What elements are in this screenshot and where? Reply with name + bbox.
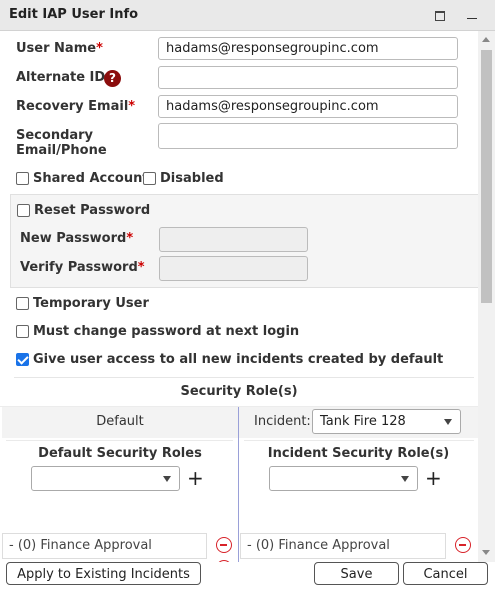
remove-icon[interactable] [216, 537, 232, 553]
incident-role-select[interactable] [269, 466, 418, 491]
minimize-icon [467, 18, 477, 19]
temporary-user-checkbox[interactable] [16, 297, 29, 310]
verify-password-label: Verify Password* [20, 260, 145, 275]
save-button[interactable]: Save [314, 562, 399, 585]
new-password-label: New Password* [20, 231, 134, 246]
incident-select-value: Tank Fire 128 [320, 414, 406, 429]
remove-icon[interactable] [455, 537, 471, 553]
must-change-password-checkbox[interactable] [16, 325, 29, 338]
minimize-button[interactable] [464, 6, 482, 24]
divider [244, 440, 474, 441]
incident-security-roles-title: Incident Security Role(s) [267, 446, 450, 461]
disabled-checkbox[interactable] [143, 172, 156, 185]
default-security-roles-title: Default Security Roles [38, 446, 202, 461]
incident-role-item: - (0) Finance Approval [240, 533, 446, 559]
verify-password-input[interactable] [159, 256, 308, 281]
new-password-input[interactable] [159, 227, 308, 252]
must-change-password-label: Must change password at next login [33, 324, 300, 339]
cancel-button[interactable]: Cancel [403, 562, 488, 585]
maximize-icon [435, 11, 445, 21]
apply-to-existing-incidents-button[interactable]: Apply to Existing Incidents [6, 562, 201, 585]
column-divider [238, 407, 239, 562]
recovery-email-input[interactable] [158, 95, 458, 118]
temporary-user-label: Temporary User [33, 296, 149, 311]
dialog-title: Edit IAP User Info [9, 7, 139, 22]
disabled-label: Disabled [160, 171, 224, 186]
add-default-role-button[interactable]: + [187, 468, 204, 488]
scroll-up-icon[interactable] [482, 37, 490, 42]
dialog-content: User Name* Alternate ID ? Recovery Email… [0, 31, 478, 562]
default-tab-label: Default [96, 414, 144, 429]
dialog-footer: Apply to Existing Incidents Save Cancel [0, 562, 495, 598]
shared-account-label: Shared Account [33, 171, 149, 186]
divider [6, 440, 233, 441]
default-role-item: - (0) Finance Approval [2, 533, 207, 559]
security-roles-title: Security Role(s) [180, 384, 298, 399]
user-name-label: User Name* [16, 41, 103, 56]
alternate-id-label: Alternate ID [16, 70, 106, 85]
maximize-button[interactable] [431, 6, 449, 24]
give-access-checkbox[interactable] [16, 353, 29, 366]
reset-password-checkbox[interactable] [17, 204, 30, 217]
default-role-select[interactable] [31, 466, 180, 491]
vertical-scrollbar[interactable] [478, 31, 495, 562]
reset-password-label: Reset Password [34, 203, 151, 218]
secondary-email-label-line1: Secondary [16, 128, 94, 143]
scroll-down-icon[interactable] [482, 550, 490, 555]
chevron-down-icon [163, 476, 171, 482]
help-icon[interactable]: ? [104, 70, 121, 87]
secondary-email-label-line2: Email/Phone [16, 143, 107, 158]
dialog-titlebar: Edit IAP User Info [0, 0, 495, 31]
default-roles-header: Default [2, 407, 238, 438]
chevron-down-icon [401, 476, 409, 482]
alternate-id-input[interactable] [158, 66, 458, 89]
shared-account-checkbox[interactable] [16, 172, 29, 185]
incident-select[interactable]: Tank Fire 128 [312, 409, 461, 434]
user-name-input[interactable] [158, 37, 458, 60]
add-incident-role-button[interactable]: + [425, 468, 442, 488]
divider [14, 377, 474, 378]
secondary-email-input[interactable] [158, 123, 458, 149]
recovery-email-label: Recovery Email* [16, 99, 136, 114]
give-access-label: Give user access to all new incidents cr… [33, 352, 444, 367]
chevron-down-icon [444, 419, 452, 425]
scrollbar-thumb[interactable] [481, 50, 492, 303]
incident-label: Incident: [254, 414, 311, 429]
